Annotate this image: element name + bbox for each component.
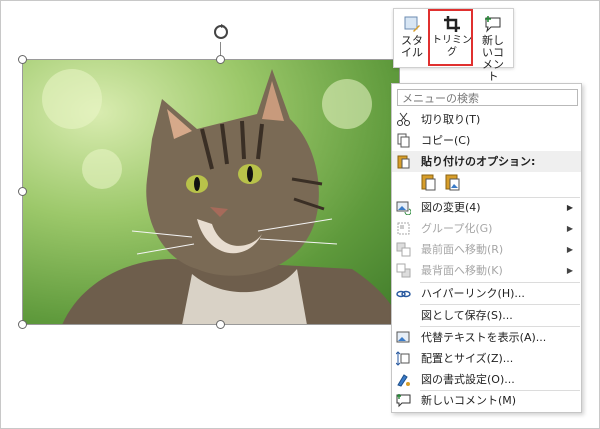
menu-item-label: ハイパーリンク(H)... (421, 287, 525, 300)
group-icon (397, 222, 410, 235)
resize-handle-w[interactable] (18, 187, 27, 196)
menu-item-label: 図の変更(4) (421, 201, 481, 214)
menu-item-alt-text[interactable]: 代替テキストを表示(A)... (392, 327, 581, 348)
menu-item-label: 貼り付けのオプション: (421, 155, 536, 168)
alt-text-icon (396, 331, 410, 343)
menu-item-label: 図として保存(S)... (421, 309, 513, 322)
paste-picture-icon[interactable] (444, 173, 462, 191)
comment-label: 新しいコメント (482, 34, 504, 83)
rotate-handle-icon[interactable] (211, 22, 231, 42)
menu-item-bring-front: 最前面へ移動(R) ▶ (392, 239, 581, 260)
menu-item-copy[interactable]: コピー(C) (392, 130, 581, 151)
resize-handle-s[interactable] (216, 320, 225, 329)
trim-highlight-box (428, 9, 473, 66)
menu-item-label: グループ化(G) (421, 222, 493, 235)
rotation-stem (220, 42, 221, 56)
paste-icon (397, 155, 410, 169)
menu-item-label: コピー(C) (421, 134, 471, 147)
cat-picture[interactable] (22, 59, 400, 325)
menu-item-group: グループ化(G) ▶ (392, 218, 581, 239)
menu-item-format-picture[interactable]: 図の書式設定(O)... (392, 369, 581, 390)
resize-handle-nw[interactable] (18, 55, 27, 64)
style-icon (404, 16, 420, 32)
submenu-arrow-icon: ▶ (566, 266, 573, 275)
menu-item-label: 図の書式設定(O)... (421, 373, 515, 386)
scissors-icon (397, 112, 410, 126)
menu-item-cut[interactable]: 切り取り(T) (392, 109, 581, 130)
menu-item-label: 切り取り(T) (421, 113, 481, 126)
size-position-icon (396, 351, 410, 366)
bring-front-icon (396, 242, 411, 257)
menu-item-new-comment[interactable]: 新しいコメント(M) (392, 390, 581, 411)
menu-item-label: 配置とサイズ(Z)... (421, 352, 514, 365)
menu-item-save-as-picture[interactable]: 図として保存(S)... (392, 305, 581, 326)
context-menu: メニューの検索 切り取り(T) コピー(C) 貼り付けのオプション: 図の変更(… (391, 83, 582, 413)
style-label: スタイル (401, 34, 423, 59)
send-back-icon (396, 263, 411, 278)
menu-item-size-position[interactable]: 配置とサイズ(Z)... (392, 348, 581, 369)
format-picture-icon (397, 374, 410, 387)
copy-icon (397, 133, 410, 148)
paste-keep-icon[interactable] (420, 173, 438, 191)
menu-item-label: 新しいコメント(M) (421, 394, 517, 407)
cat-illustration (62, 69, 400, 325)
menu-search-input[interactable]: メニューの検索 (397, 89, 578, 106)
submenu-arrow-icon: ▶ (566, 224, 573, 233)
submenu-arrow-icon: ▶ (566, 245, 573, 254)
comment-icon (396, 394, 411, 408)
style-button[interactable]: スタイル (396, 11, 428, 65)
menu-item-paste-options: 貼り付けのオプション: (392, 151, 581, 172)
link-icon (396, 290, 411, 298)
menu-item-hyperlink[interactable]: ハイパーリンク(H)... (392, 283, 581, 304)
menu-item-label: 最前面へ移動(R) (421, 243, 504, 256)
menu-item-label: 最背面へ移動(K) (421, 264, 503, 277)
menu-item-label: 代替テキストを表示(A)... (421, 331, 547, 344)
change-picture-icon (396, 201, 411, 215)
menu-item-change-picture[interactable]: 図の変更(4) ▶ (392, 197, 581, 218)
paste-option-group (420, 172, 480, 192)
resize-handle-sw[interactable] (18, 320, 27, 329)
comment-plus-icon (485, 16, 501, 33)
new-comment-button[interactable]: 新しいコメント (476, 11, 510, 83)
menu-item-send-back: 最背面へ移動(K) ▶ (392, 260, 581, 281)
submenu-arrow-icon: ▶ (566, 203, 573, 212)
resize-handle-n[interactable] (216, 55, 225, 64)
